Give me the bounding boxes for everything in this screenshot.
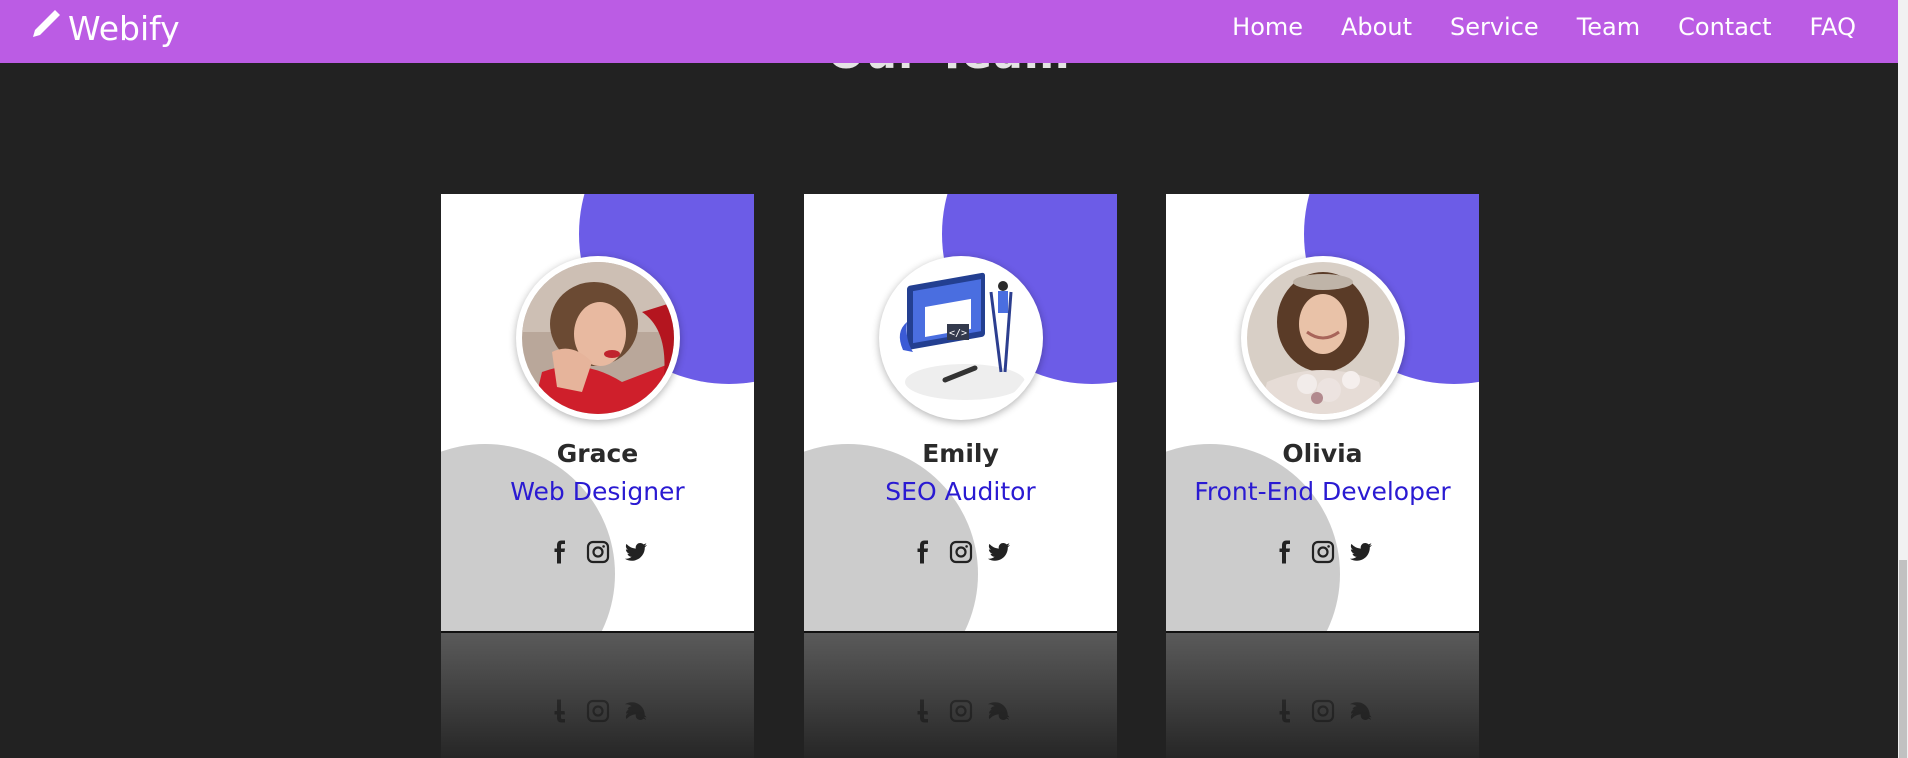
team-card-grace: Grace Web Designer: [441, 194, 754, 758]
decor-circle-bottom: [1166, 444, 1340, 631]
nav-link-service[interactable]: Service: [1450, 12, 1539, 42]
reflection-circle: [441, 631, 615, 633]
instagram-icon: [948, 698, 974, 724]
member-role: Front-End Developer: [1194, 477, 1451, 506]
nav-link-contact[interactable]: Contact: [1678, 12, 1771, 42]
reflection-social-icons: [804, 698, 1117, 724]
navbar: Webify Home About Service Team Contact F…: [0, 0, 1898, 63]
facebook-icon: [910, 698, 936, 724]
pencil-icon: [30, 8, 68, 48]
team-card: Grace Web Designer: [441, 194, 754, 631]
instagram-icon: [1310, 698, 1336, 724]
instagram-icon[interactable]: [585, 539, 611, 565]
brand-logo[interactable]: Webify: [30, 8, 180, 48]
team-card-olivia: Olivia Front-End Developer: [1166, 194, 1479, 758]
card-reflection: [441, 631, 754, 758]
avatar: </>: [879, 256, 1043, 420]
decor-circle-bottom: [441, 444, 615, 631]
social-links: [804, 539, 1117, 565]
facebook-icon[interactable]: [1272, 539, 1298, 565]
reflection-circle: [804, 631, 978, 633]
twitter-icon[interactable]: [623, 539, 649, 565]
nav-link-about[interactable]: About: [1341, 12, 1412, 42]
avatar: [1241, 256, 1405, 420]
web-developer-illustration: </>: [885, 262, 1037, 414]
woman-red-jacket-photo: [522, 262, 674, 414]
card-reflection: [1166, 631, 1479, 758]
twitter-icon: [623, 698, 649, 724]
reflection-social-icons: [441, 698, 754, 724]
svg-text:</>: </>: [949, 328, 967, 339]
member-role: SEO Auditor: [885, 477, 1036, 506]
instagram-icon[interactable]: [1310, 539, 1336, 565]
member-role: Web Designer: [510, 477, 685, 506]
instagram-icon: [585, 698, 611, 724]
brand-name: Webify: [68, 8, 180, 48]
twitter-icon[interactable]: [986, 539, 1012, 565]
twitter-icon: [1348, 698, 1374, 724]
avatar: [516, 256, 680, 420]
reflection-social-icons: [1166, 698, 1479, 724]
instagram-icon[interactable]: [948, 539, 974, 565]
team-card: </> Emily SEO Auditor: [804, 194, 1117, 631]
bride-portrait-photo: [1247, 262, 1399, 414]
card-reflection: [804, 631, 1117, 758]
nav-link-team[interactable]: Team: [1577, 12, 1640, 42]
member-name: Grace: [556, 439, 639, 468]
social-links: [441, 539, 754, 565]
facebook-icon[interactable]: [547, 539, 573, 565]
nav-link-faq[interactable]: FAQ: [1810, 12, 1857, 42]
nav-menu: Home About Service Team Contact FAQ: [1194, 12, 1856, 42]
facebook-icon: [1272, 698, 1298, 724]
facebook-icon: [547, 698, 573, 724]
member-name: Emily: [922, 439, 999, 468]
scrollbar-thumb[interactable]: [1899, 560, 1907, 758]
facebook-icon[interactable]: [910, 539, 936, 565]
member-name: Olivia: [1282, 439, 1363, 468]
reflection-circle: [1166, 631, 1340, 633]
nav-link-home[interactable]: Home: [1232, 12, 1303, 42]
social-links: [1166, 539, 1479, 565]
twitter-icon[interactable]: [1348, 539, 1374, 565]
team-card-emily: </> Emily SEO Auditor: [804, 194, 1117, 758]
twitter-icon: [986, 698, 1012, 724]
scrollbar[interactable]: [1898, 0, 1908, 758]
team-card: Olivia Front-End Developer: [1166, 194, 1479, 631]
decor-circle-bottom: [804, 444, 978, 631]
